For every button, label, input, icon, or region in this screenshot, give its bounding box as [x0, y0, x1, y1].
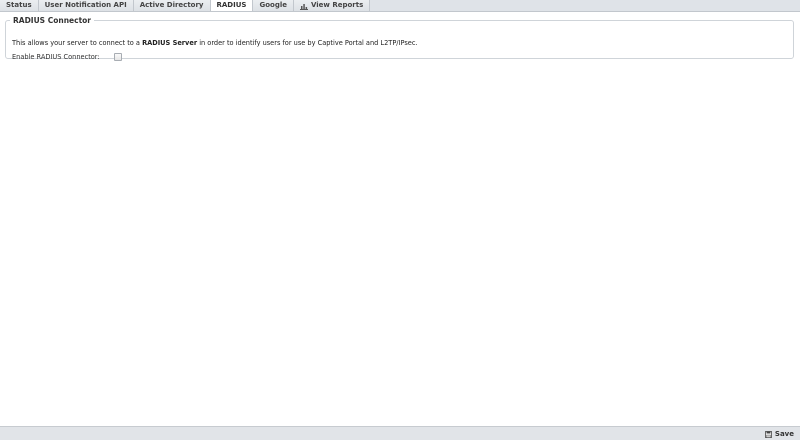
- tab-label: Status: [6, 1, 32, 9]
- save-label: Save: [774, 430, 794, 438]
- footer-toolbar: Save: [0, 426, 800, 440]
- save-button[interactable]: Save: [765, 429, 794, 439]
- tab-user-notification-api[interactable]: User Notification API: [38, 0, 134, 11]
- enable-radius-label: Enable RADIUS Connector:: [12, 53, 100, 61]
- tab-view-reports[interactable]: View Reports: [293, 0, 371, 11]
- tab-label: Google: [259, 1, 287, 9]
- radius-connector-section: RADIUS Connector This allows your server…: [5, 16, 794, 61]
- tab-active-directory[interactable]: Active Directory: [133, 0, 211, 11]
- description-suffix: in order to identify users for use by Ca…: [197, 39, 418, 47]
- tab-label: RADIUS: [216, 0, 247, 9]
- tab-bar: Status User Notification API Active Dire…: [0, 0, 800, 12]
- main-content: RADIUS Connector This allows your server…: [0, 12, 800, 426]
- chart-icon: [299, 2, 308, 10]
- enable-radius-checkbox[interactable]: [114, 53, 122, 61]
- tab-status[interactable]: Status: [0, 0, 39, 11]
- section-title: RADIUS Connector: [13, 16, 92, 25]
- enable-radius-row: Enable RADIUS Connector:: [12, 53, 122, 61]
- floppy-disk-icon: [765, 430, 772, 438]
- description-bold: RADIUS Server: [142, 39, 198, 47]
- tab-label: Active Directory: [139, 1, 204, 9]
- tab-google[interactable]: Google: [253, 0, 294, 11]
- tab-label: User Notification API: [44, 1, 127, 9]
- tab-label: View Reports: [310, 1, 364, 9]
- tab-radius[interactable]: RADIUS: [209, 0, 254, 11]
- description-prefix: This allows your server to connect to a: [12, 39, 143, 47]
- section-description: This allows your server to connect to a …: [12, 39, 418, 47]
